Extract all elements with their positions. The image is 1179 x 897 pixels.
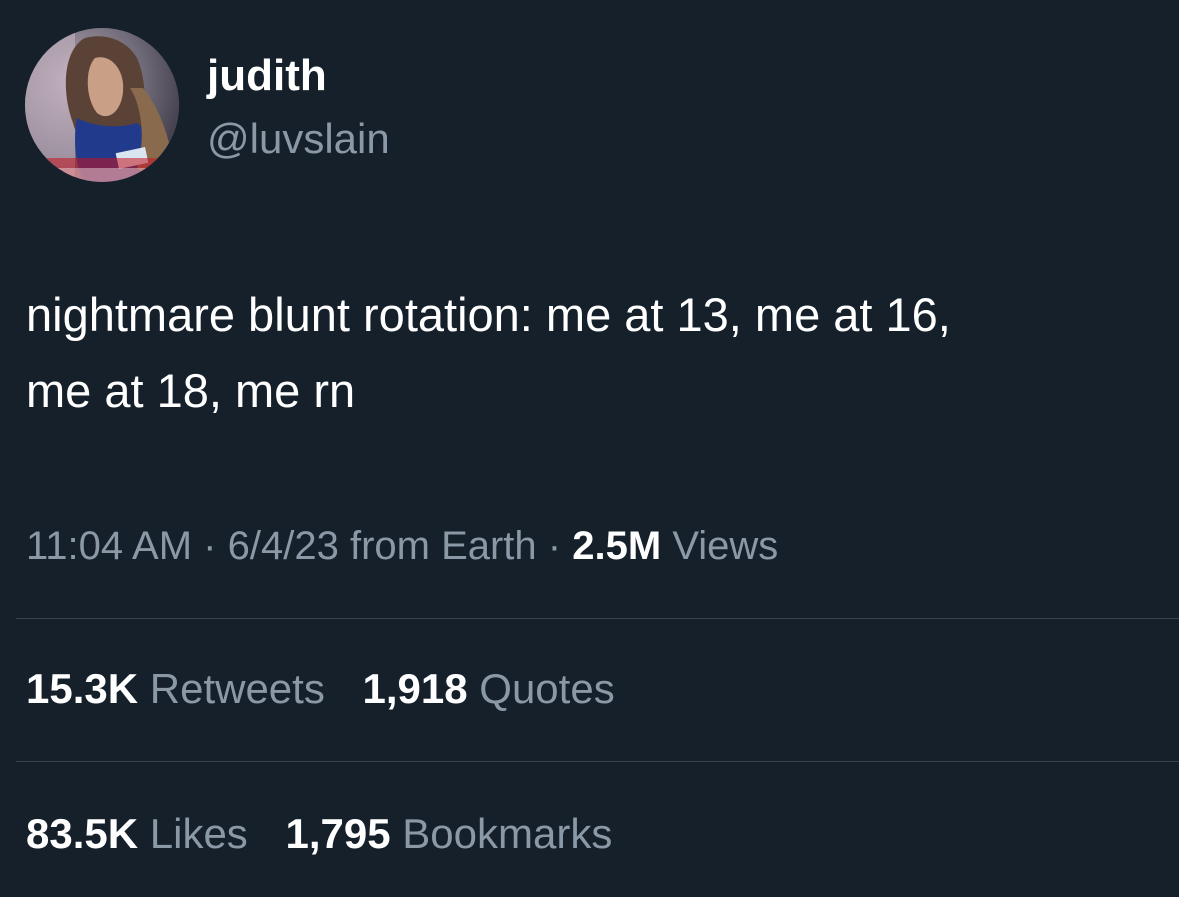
divider — [16, 618, 1179, 619]
retweets-stat[interactable]: 15.3K Retweets — [26, 661, 325, 717]
views-label: Views — [672, 524, 779, 568]
tweet-detail: judith @luvslain nightmare blunt rotatio… — [0, 0, 1179, 897]
quotes-count: 1,918 — [362, 665, 468, 712]
likes-label: Likes — [149, 810, 248, 857]
stats-row-engagement: 83.5K Likes 1,795 Bookmarks — [26, 806, 638, 862]
tweet-text-line: nightmare blunt rotation: me at 13, me a… — [26, 288, 951, 341]
divider — [16, 761, 1179, 762]
likes-count: 83.5K — [26, 810, 139, 857]
retweets-label: Retweets — [149, 665, 325, 712]
bookmarks-count: 1,795 — [285, 810, 391, 857]
user-avatar-photo-icon — [25, 28, 179, 182]
quotes-stat[interactable]: 1,918 Quotes — [363, 661, 615, 717]
tweet-meta: 11:04 AM · 6/4/23 from Earth · 2.5M View… — [26, 518, 778, 574]
likes-stat[interactable]: 83.5K Likes — [26, 806, 248, 862]
tweet-time[interactable]: 11:04 AM — [26, 524, 192, 568]
bookmarks-stat[interactable]: 1,795 Bookmarks — [285, 806, 612, 862]
tweet-text: nightmare blunt rotation: me at 13, me a… — [26, 277, 1176, 429]
avatar[interactable] — [25, 28, 179, 182]
meta-separator: · — [547, 524, 562, 568]
tweet-text-line: me at 18, me rn — [26, 364, 356, 417]
bookmarks-label: Bookmarks — [402, 810, 613, 857]
meta-separator: · — [203, 524, 217, 568]
tweet-date-source[interactable]: 6/4/23 from Earth — [228, 524, 537, 568]
quotes-label: Quotes — [479, 665, 615, 712]
retweets-count: 15.3K — [26, 665, 139, 712]
views-count: 2.5M — [572, 524, 662, 568]
display-name[interactable]: judith — [207, 48, 327, 104]
stats-row-shares: 15.3K Retweets 1,918 Quotes — [26, 661, 641, 717]
user-handle[interactable]: @luvslain — [207, 111, 390, 167]
